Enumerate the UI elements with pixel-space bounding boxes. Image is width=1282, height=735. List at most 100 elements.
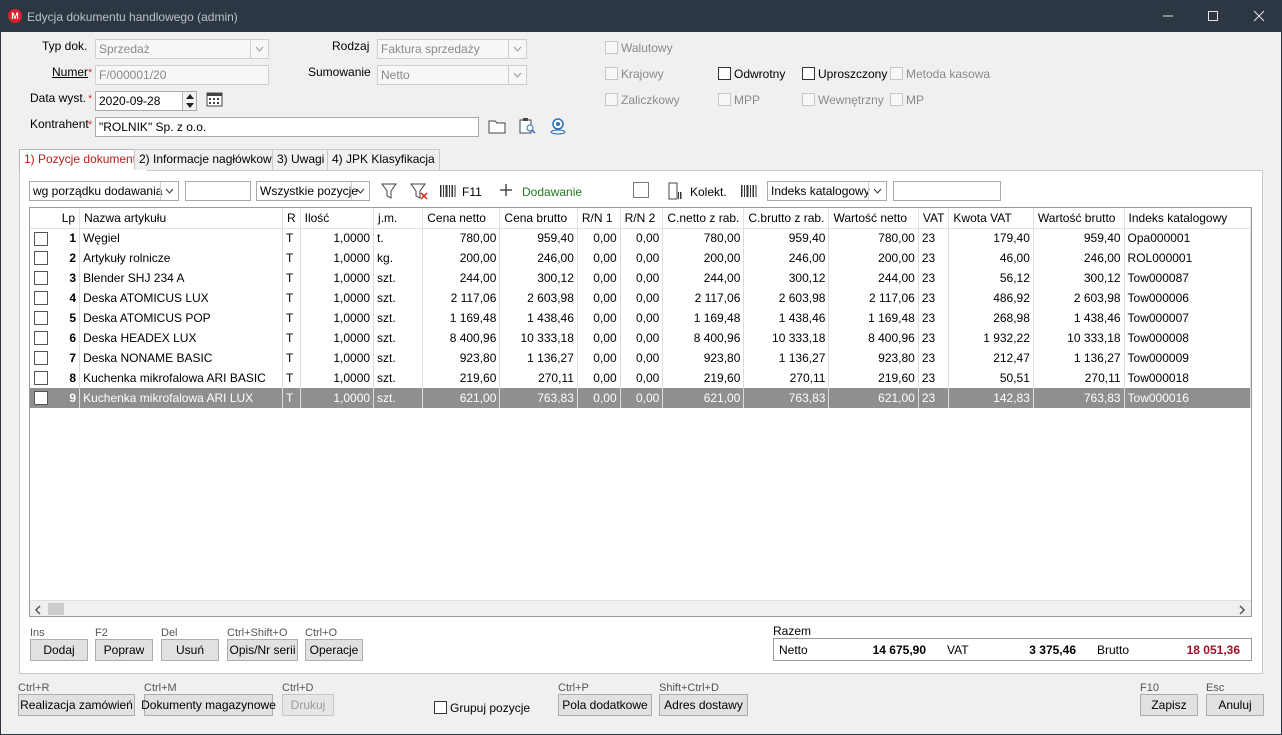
krajowy-checkbox[interactable] [605, 67, 618, 80]
column-header[interactable]: C.netto z rab. [662, 208, 745, 229]
odwrotny-checkbox[interactable] [718, 67, 731, 80]
grid-cell: szt. [373, 348, 424, 368]
column-header[interactable]: Nazwa artykułu [79, 208, 283, 229]
row-checkbox[interactable] [34, 391, 48, 405]
toolbar-checkbox[interactable] [633, 182, 649, 198]
row-checkbox[interactable] [34, 291, 48, 305]
index-select[interactable]: Indeks katalogowy [767, 181, 887, 201]
realizacja-zamowien-button[interactable]: Realizacja zamówień [18, 694, 135, 716]
tab-jpk[interactable]: 4) JPK Klasyfikacja [327, 149, 440, 170]
table-row[interactable]: 7 Deska NONAME BASIC T 1,0000 szt. 923,80 1 13… [30, 348, 1251, 368]
column-header[interactable]: Lp [30, 208, 81, 229]
uproszczony-checkbox[interactable] [802, 67, 815, 80]
table-row[interactable]: 4 Deska ATOMICUS LUX T 1,0000 szt. 2 117,06 2 … [30, 288, 1251, 308]
column-header[interactable]: R [282, 208, 301, 229]
tab-uwagi[interactable]: 3) Uwagi [272, 149, 330, 170]
scroll-thumb[interactable] [48, 603, 64, 615]
dodaj-button[interactable]: Dodaj [30, 639, 88, 661]
filter-select[interactable]: Wszystkie pozycje [256, 181, 370, 201]
scroll-right-icon[interactable] [1238, 604, 1246, 616]
rodzaj-select[interactable]: Faktura sprzedaży [377, 39, 527, 59]
row-checkbox[interactable] [34, 331, 48, 345]
popraw-button[interactable]: Popraw [95, 639, 153, 661]
column-header[interactable]: Cena brutto [499, 208, 578, 229]
column-header[interactable]: Cena netto [422, 208, 501, 229]
search-input[interactable] [185, 181, 251, 201]
grid-cell: szt. [373, 288, 424, 308]
chevron-down-icon [868, 182, 886, 200]
date-spinner[interactable] [182, 92, 196, 110]
row-checkbox[interactable] [34, 351, 48, 365]
sumowanie-select[interactable]: Netto [377, 65, 527, 85]
collector-icon[interactable] [667, 182, 683, 203]
mp-checkbox[interactable] [890, 93, 903, 106]
mpp-checkbox[interactable] [718, 93, 731, 106]
opis-nr-serii-button[interactable]: Opis/Nr serii [227, 639, 298, 661]
anuluj-button[interactable]: Anuluj [1206, 694, 1264, 716]
column-header[interactable]: j.m. [373, 208, 424, 229]
row-checkbox[interactable] [34, 311, 48, 325]
drukuj-button[interactable]: Drukuj [282, 694, 334, 716]
scroll-left-icon[interactable] [34, 604, 42, 616]
column-header[interactable]: Kwota VAT [948, 208, 1034, 229]
table-row[interactable]: 1 Węgiel T 1,0000 t. 780,00 959,40 0,00 0,00 780,… [30, 228, 1251, 248]
pola-dodatkowe-button[interactable]: Pola dodatkowe [558, 694, 652, 716]
adres-dostawy-button[interactable]: Adres dostawy [659, 694, 748, 716]
row-checkbox[interactable] [34, 251, 48, 265]
add-icon[interactable] [499, 183, 513, 200]
kolekt-label[interactable]: Kolekt. [690, 185, 727, 199]
data-wyst-field[interactable]: 2020-09-28 [95, 91, 197, 111]
row-checkbox[interactable] [34, 371, 48, 385]
barcode-icon[interactable] [439, 184, 457, 201]
typ-dok-select[interactable]: Sprzedaż [95, 39, 269, 59]
filter-icon[interactable] [381, 182, 397, 203]
table-row[interactable]: 8 Kuchenka mikrofalowa ARI BASIC T 1,0000 sz… [30, 368, 1251, 388]
location-icon[interactable] [549, 117, 567, 138]
minimize-button[interactable] [1145, 0, 1191, 32]
close-button[interactable] [1236, 0, 1282, 32]
table-row[interactable]: 2 Artykuły rolnicze T 1,0000 kg. 200,00 246,00… [30, 248, 1251, 268]
table-row[interactable]: 3 Blender SHJ 234 A T 1,0000 szt. 244,00 300,1… [30, 268, 1251, 288]
zaliczkowy-checkbox[interactable] [605, 93, 618, 106]
numer-field[interactable]: F/000001/20 [95, 65, 269, 85]
zapisz-button[interactable]: Zapisz [1140, 694, 1198, 716]
table-row[interactable]: 9 Kuchenka mikrofalowa ARI LUX T 1,0000 szt.… [30, 388, 1251, 408]
barcode-icon[interactable] [740, 184, 758, 201]
kontrahent-field[interactable]: "ROLNIK" Sp. z o.o. [95, 117, 479, 137]
column-header[interactable]: R/N 2 [620, 208, 664, 229]
grupuj-checkbox[interactable] [434, 701, 447, 714]
sort-select[interactable]: wg porządku dodawania [29, 181, 179, 201]
maximize-button[interactable] [1190, 0, 1236, 32]
column-header[interactable]: Indeks katalogowy [1124, 208, 1251, 229]
grid-cell: Tow000087 [1124, 268, 1251, 288]
dokumenty-magazynowe-button[interactable]: Dokumenty magazynowe [141, 694, 276, 716]
operacje-button[interactable]: Operacje [305, 639, 363, 661]
tab-informacje[interactable]: 2) Informacje nagłówkowe [134, 149, 284, 170]
row-checkbox[interactable] [34, 231, 48, 246]
clear-filter-icon[interactable] [410, 182, 428, 203]
table-row[interactable]: 6 Deska HEADEX LUX T 1,0000 szt. 8 400,96 10 3… [30, 328, 1251, 348]
column-header[interactable]: R/N 1 [577, 208, 621, 229]
horizontal-scrollbar[interactable] [30, 600, 1251, 616]
clipboard-search-icon[interactable] [518, 117, 536, 138]
dodawanie-button[interactable]: Dodawanie [522, 185, 582, 199]
usun-button[interactable]: Usuń [161, 639, 219, 661]
index-search-input[interactable] [893, 181, 1001, 201]
calendar-icon[interactable] [206, 91, 223, 110]
grid-cell: 270,11 [499, 368, 578, 388]
column-header[interactable]: VAT [918, 208, 950, 229]
column-header[interactable]: Wartość brutto [1033, 208, 1125, 229]
tab-pozycje[interactable]: 1) Pozycje dokumentu [19, 149, 148, 171]
folder-icon[interactable] [488, 118, 506, 137]
wewnetrzny-checkbox[interactable] [802, 93, 815, 106]
metoda-kasowa-checkbox[interactable] [890, 67, 903, 80]
column-header[interactable]: Wartość netto [828, 208, 919, 229]
column-header[interactable]: C.brutto z rab. [743, 208, 830, 229]
row-checkbox[interactable] [34, 271, 48, 285]
column-header[interactable]: Ilość [300, 208, 375, 229]
grid-cell: 1 169,48 [662, 308, 745, 328]
walutowy-checkbox[interactable] [605, 41, 618, 54]
items-grid[interactable]: Lp Nazwa artykułu R Ilość j.m. Cena netto Cena… [29, 207, 1252, 617]
table-row[interactable]: 5 Deska ATOMICUS POP T 1,0000 szt. 1 169,48 1 … [30, 308, 1251, 328]
grid-cell: szt. [373, 268, 424, 288]
